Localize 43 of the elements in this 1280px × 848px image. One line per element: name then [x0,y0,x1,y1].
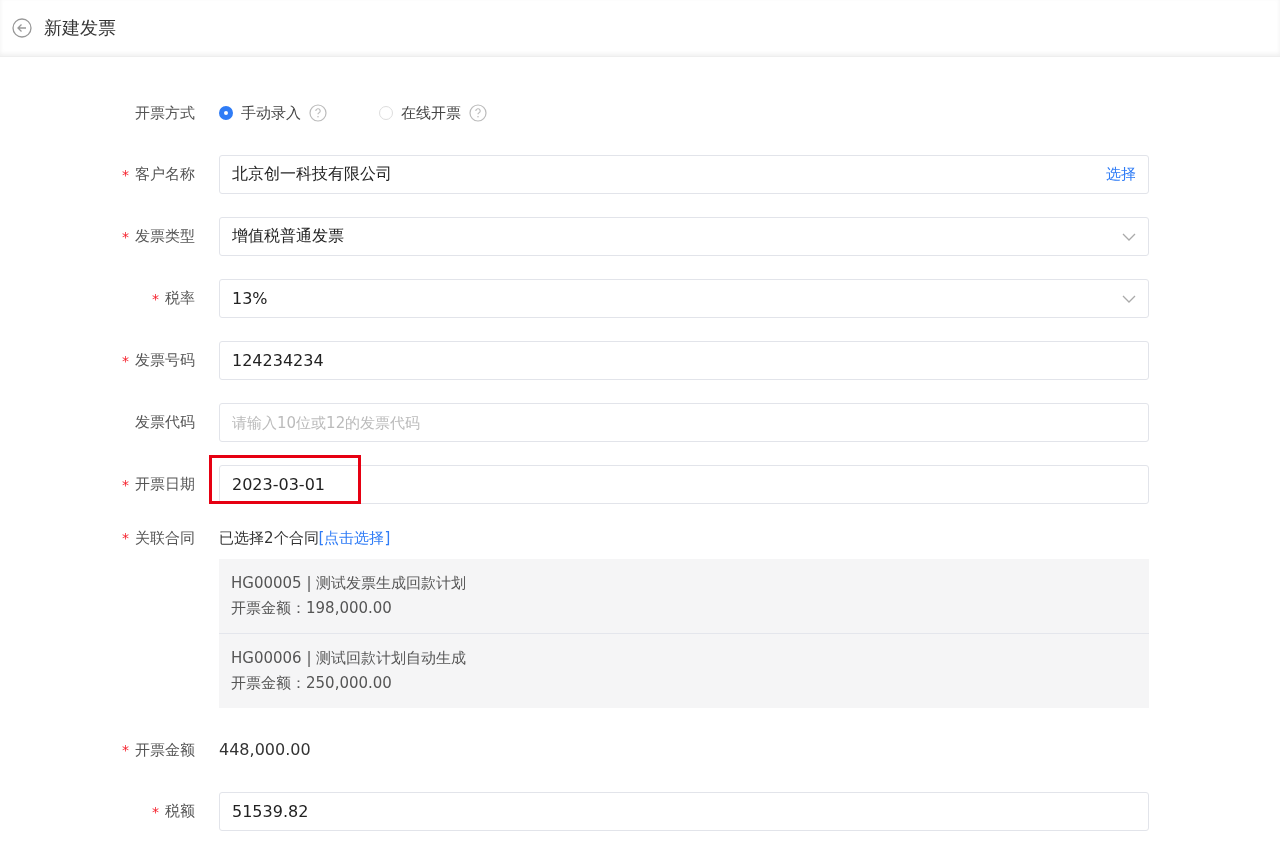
field-label: 发票类型 [135,227,195,246]
input-field[interactable]: 124234234 [219,341,1149,380]
amount-value: 448,000.00 [219,740,311,759]
contract-title: HG00006 | 测试回款计划自动生成 [231,648,468,669]
radio-label[interactable]: 在线开票 [401,103,461,123]
contract-amount: 开票金额：250,000.00 [231,673,393,694]
customer-field[interactable]: 北京创一科技有限公司 选择 [219,155,1149,194]
input-field[interactable]: 请输入10位或12的发票代码 [219,403,1149,442]
required-asterisk: * [122,166,129,183]
contract-amount: 开票金额：198,000.00 [231,598,393,619]
help-icon[interactable] [309,104,327,122]
field-label: 税额 [165,802,195,821]
radio-label[interactable]: 手动录入 [241,103,301,123]
field-label: 开票日期 [135,475,195,494]
field-label: 发票号码 [135,351,195,370]
radio-button[interactable] [219,106,233,120]
field-label: 发票代码 [135,413,195,432]
select-field[interactable]: 13% [219,279,1149,318]
choose-link[interactable]: [点击选择] [318,528,391,548]
field-label: 开票金额 [135,740,195,760]
page-title: 新建发票 [44,16,116,40]
help-icon[interactable] [469,104,487,122]
contract-summary: 已选择2个合同 [219,528,319,548]
field-label: 税率 [165,289,195,308]
required-asterisk: * [122,476,129,493]
required-asterisk: * [152,803,159,820]
chevron-down-icon [1122,232,1136,241]
required-asterisk: * [122,530,129,546]
input-field[interactable]: 51539.82 [219,792,1149,831]
required-asterisk: * [122,352,129,369]
field-value: 北京创一科技有限公司 [232,164,392,185]
required-asterisk: * [122,742,129,758]
required-asterisk: * [152,290,159,307]
chevron-down-icon [1122,294,1136,303]
select-field[interactable]: 增值税普通发票 [219,217,1149,256]
field-label: 客户名称 [135,165,195,184]
back-icon[interactable] [12,18,32,38]
required-asterisk: * [122,228,129,245]
select-link[interactable]: 选择 [1106,165,1136,184]
field-label: 关联合同 [135,528,195,548]
contract-title: HG00005 | 测试发票生成回款计划 [231,573,468,594]
field-label: 开票方式 [135,103,195,123]
input-field[interactable]: 2023-03-01 [219,465,1149,504]
